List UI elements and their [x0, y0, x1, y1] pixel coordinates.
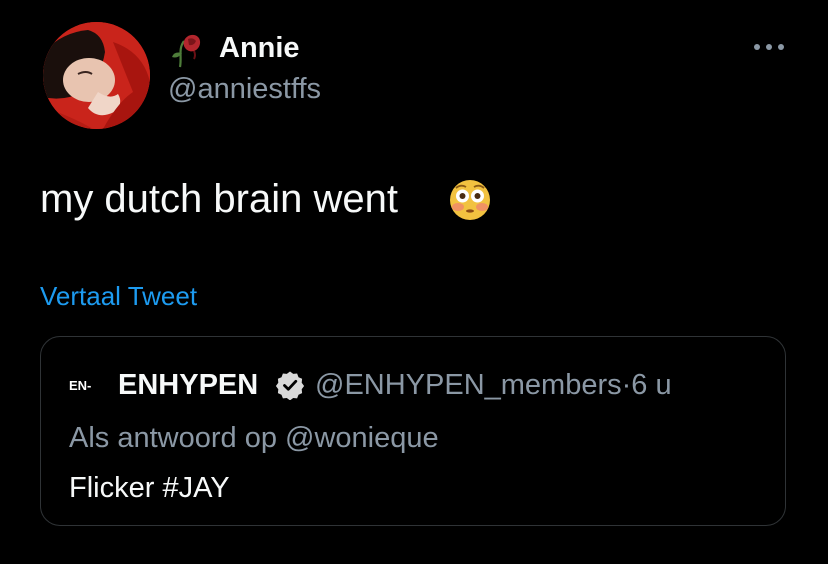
enhypen-logo-text: EN- — [69, 378, 91, 393]
quoted-tweet-text: Flicker #JAY — [69, 472, 230, 504]
more-options-icon[interactable] — [752, 40, 786, 54]
verified-badge-icon — [275, 371, 305, 400]
reply-mention-link[interactable]: @wonieque — [285, 422, 439, 454]
quoted-tweet-time[interactable]: 6 u — [631, 369, 671, 401]
wilted-rose-icon — [172, 34, 201, 68]
flushed-face-icon — [450, 180, 490, 220]
quoted-author-name[interactable]: ENHYPEN — [118, 367, 258, 403]
meta-separator: · — [621, 369, 632, 401]
enhypen-logo-icon: EN- — [69, 378, 91, 393]
quoted-tweet-meta: @ENHYPEN_members·6 u — [315, 367, 672, 403]
tweet-text: my dutch brain went — [40, 177, 398, 221]
author-display-name[interactable]: Annie — [219, 30, 300, 66]
translate-tweet-link[interactable]: Vertaal Tweet — [40, 280, 197, 312]
reply-prefix: Als antwoord op — [69, 422, 277, 454]
reply-context: Als antwoord op @wonieque — [69, 420, 439, 456]
avatar[interactable] — [43, 22, 150, 129]
quoted-tweet-card[interactable]: EN- ENHYPEN @ENHYPEN_members·6 u Als ant… — [40, 336, 786, 526]
quoted-author-handle[interactable]: @ENHYPEN_members — [315, 369, 622, 401]
author-handle[interactable]: @anniestffs — [168, 72, 321, 106]
